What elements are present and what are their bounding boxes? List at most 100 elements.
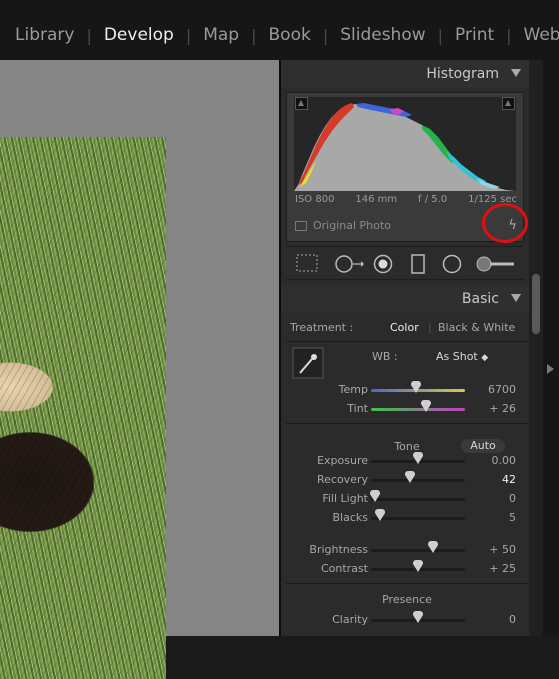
slider-value[interactable]: 0 [509,492,516,505]
right-panel: Histogram ISO 800 146 mm f / 5.0 1/125 s… [281,60,529,636]
module-library[interactable]: Library [15,25,74,45]
slider-row-contrast: Contrast + 25 [286,560,528,580]
separator: | [322,25,329,45]
module-web[interactable]: Web [524,25,559,45]
histogram-title: Histogram [426,66,499,82]
collapse-triangle-icon[interactable] [511,69,521,77]
right-panel-edge [543,60,559,636]
slider-label: Contrast [320,562,368,575]
slider-value[interactable]: 6700 [488,383,516,396]
aperture: f / 5.0 [418,194,448,205]
separator: | [437,25,444,45]
slider-thumb[interactable] [413,452,423,464]
annotation-circle [482,203,528,243]
photo-canvas[interactable] [0,60,279,679]
highlight-clipping-toggle[interactable] [502,97,515,110]
slider-thumb[interactable] [413,560,423,572]
slider-label: Blacks [332,511,369,524]
slider-track[interactable] [369,490,465,502]
module-slideshow[interactable]: Slideshow [340,25,425,45]
slider-row-exposure: Exposure 0.00 [286,452,528,472]
original-photo-label: Original Photo [313,219,391,232]
slider-label: Brightness [309,543,368,556]
checkbox-icon[interactable] [295,220,307,231]
module-develop[interactable]: Develop [104,25,174,45]
separator: | [251,25,257,45]
slider-row-recovery: Recovery 42 [286,471,528,491]
separator: | [86,25,92,45]
separator: | [428,321,432,334]
slider-value[interactable]: 0 [509,613,516,626]
slider-track[interactable] [371,381,465,393]
slider-label: Tint [347,402,368,415]
slider-label: Recovery [316,473,368,486]
exif-info: ISO 800 146 mm f / 5.0 1/125 sec [295,194,517,205]
slider-thumb[interactable] [405,471,416,483]
slider-value[interactable]: + 25 [489,562,516,575]
separator: | [506,25,512,45]
focal-length: 146 mm [355,194,398,205]
histogram-graph[interactable] [294,97,516,191]
original-photo-toggle[interactable]: Original Photo [295,219,391,232]
expand-arrow-icon[interactable] [547,364,554,374]
slider-value[interactable]: + 50 [489,543,516,556]
slider-label: Temp [338,383,368,396]
slider-label: Clarity [332,613,368,626]
slider-track[interactable] [371,471,465,483]
spot-removal-icon[interactable] [334,254,364,274]
slider-value[interactable]: + 26 [489,402,516,415]
basic-panel: Treatment : Color | Black & White WB : A… [286,313,528,636]
photo-preview[interactable] [0,137,166,679]
slider-row-temp: Temp 6700 [286,381,528,401]
treatment-label: Treatment : [290,321,354,334]
wb-value: As Shot [436,350,478,363]
histogram-curve [294,103,516,191]
slider-value[interactable]: 42 [502,473,516,486]
slider-row-fill-light: Fill Light 0 [286,490,528,510]
slider-track[interactable] [371,611,465,623]
slider-thumb[interactable] [420,400,431,412]
wb-row: WB : As Shot ◆ [286,350,528,368]
slider-row-brightness: Brightness + 50 [286,541,528,561]
treatment-color-option[interactable]: Color [390,321,419,334]
slider-track[interactable] [371,452,465,464]
auto-tone-button[interactable]: Auto [461,439,505,453]
iso-value: ISO 800 [295,194,335,205]
red-eye-icon[interactable] [372,254,394,274]
presence-title: Presence [382,593,432,606]
module-book[interactable]: Book [269,25,311,45]
slider-value[interactable]: 5 [509,511,516,524]
histogram-header[interactable]: Histogram [281,60,529,88]
slider-track[interactable] [371,541,465,553]
slider-label: Exposure [317,454,368,467]
panel-scrollbar[interactable] [529,60,543,636]
shadow-clipping-toggle[interactable] [295,97,308,110]
basic-header[interactable]: Basic [281,285,529,313]
slider-row-tint: Tint + 26 [286,400,528,420]
radial-filter-icon[interactable] [441,254,463,274]
slider-thumb[interactable] [413,611,423,623]
divider [286,341,528,342]
module-picker: Library | Develop | Map | Book | Slidesh… [0,0,559,60]
slider-thumb[interactable] [375,509,386,521]
wb-dropdown[interactable]: As Shot ◆ [436,350,488,363]
divider [286,583,528,584]
adjustment-brush-icon[interactable] [476,254,516,274]
slider-track[interactable] [371,509,465,521]
slider-value[interactable]: 0.00 [492,454,517,467]
divider [286,423,528,424]
crop-overlay-icon[interactable] [296,254,318,272]
scroll-thumb[interactable] [532,274,540,334]
module-print[interactable]: Print [455,25,494,45]
collapse-triangle-icon[interactable] [511,294,521,302]
slider-track[interactable] [371,400,465,412]
slider-thumb[interactable] [428,541,439,553]
graduated-filter-icon[interactable] [410,254,426,274]
treatment-row: Treatment : Color | Black & White [286,321,528,339]
slider-thumb[interactable] [369,490,380,502]
basic-title: Basic [461,291,499,307]
slider-thumb[interactable] [411,381,422,393]
slider-track[interactable] [371,560,465,572]
module-map[interactable]: Map [203,25,239,45]
treatment-bw-option[interactable]: Black & White [438,321,515,334]
